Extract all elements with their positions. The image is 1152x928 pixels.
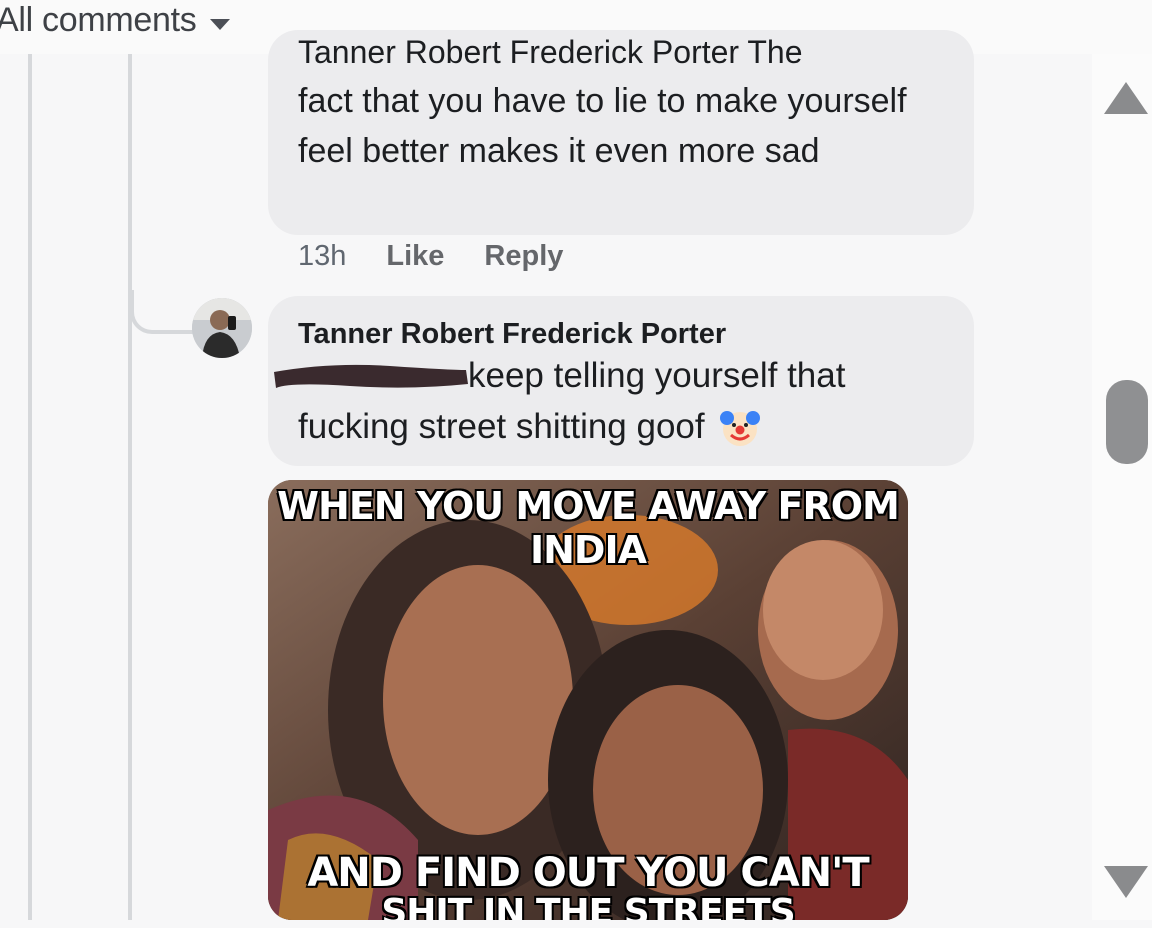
scrollbar[interactable] xyxy=(1092,54,1152,920)
comment-filter-dropdown[interactable]: All comments xyxy=(0,0,231,40)
comment-actions: 13h Like Reply xyxy=(298,240,563,273)
clown-face-icon xyxy=(719,411,760,446)
comment-timestamp: 13h xyxy=(298,240,347,272)
comment-clipped-line: Tanner Robert Frederick Porter The xyxy=(298,34,803,70)
reply-connector xyxy=(130,290,194,334)
reply-button[interactable]: Reply xyxy=(484,240,563,273)
like-button[interactable]: Like xyxy=(386,240,444,273)
scroll-up-arrow-icon[interactable] xyxy=(1104,82,1148,114)
reply-text-line2: fucking street shitting goof xyxy=(298,407,705,446)
caret-down-icon xyxy=(210,18,231,30)
avatar[interactable] xyxy=(192,298,252,358)
reply-text-line1: keep telling yourself that xyxy=(468,356,846,395)
comment-bubble: Tanner Robert Frederick Porter The fact … xyxy=(268,30,974,235)
thread-line-outer xyxy=(28,54,32,920)
comment-text: fact that you have to lie to make yourse… xyxy=(298,82,907,170)
meme-caption-bottom: AND FIND OUT YOU CAN'T xyxy=(307,850,869,896)
thread-line-inner xyxy=(128,54,132,920)
redaction-mark xyxy=(274,364,468,388)
reply-text-line2-wrap: fucking street shitting goof xyxy=(298,406,761,448)
meme-caption-top: WHEN YOU MOVE AWAY FROM INDIA xyxy=(277,484,900,572)
scroll-thumb[interactable] xyxy=(1106,380,1148,464)
meme-caption-bottom-cut: SHIT IN THE STREETS xyxy=(381,892,795,920)
scroll-down-arrow-icon[interactable] xyxy=(1104,866,1148,898)
meme-image-attachment[interactable]: WHEN YOU MOVE AWAY FROM INDIA AND FIND O… xyxy=(268,480,908,920)
comment-author-link[interactable]: Tanner Robert Frederick Porter xyxy=(298,318,726,351)
filter-label: All comments xyxy=(0,0,197,39)
